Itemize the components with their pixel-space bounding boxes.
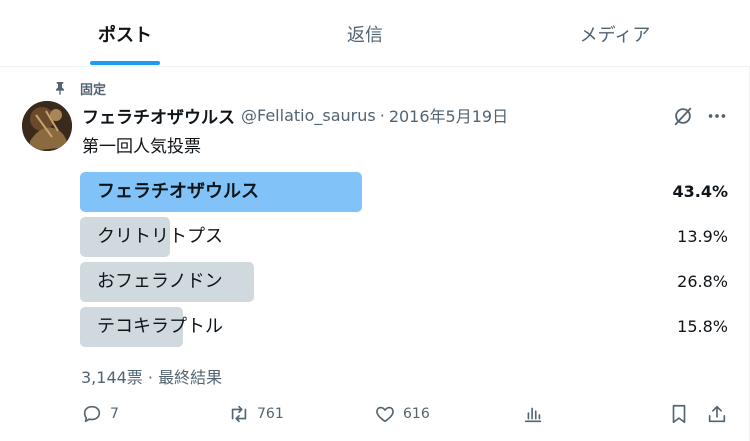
user-handle[interactable]: @Fellatio_saurus — [241, 106, 376, 125]
bookmark-button[interactable] — [668, 402, 690, 426]
analytics-icon — [524, 407, 542, 423]
tab-replies[interactable]: 返信 — [300, 0, 430, 67]
poll-option-label: おフェラノドン — [97, 271, 223, 292]
poll-option-label: フェラチオザウルス — [97, 181, 259, 202]
like-count: 616 — [403, 406, 430, 422]
poll-option: テコキラプトル 15.8% — [80, 307, 730, 347]
meta-separator: · — [379, 105, 385, 125]
pinned-label: 固定 — [80, 82, 107, 98]
tweet-text: 第一回人気投票 — [82, 137, 201, 157]
tweet-date[interactable]: 2016年5月19日 — [389, 103, 508, 127]
bookmark-icon — [672, 404, 686, 424]
reply-icon — [83, 405, 101, 423]
tab-replies-label: 返信 — [347, 24, 383, 46]
display-name[interactable]: フェラチオザウルス — [82, 103, 235, 128]
poll-option-percent: 43.4% — [672, 182, 728, 201]
tab-posts-label: ポスト — [98, 24, 152, 46]
grok-icon[interactable] — [672, 105, 694, 127]
repost-button[interactable]: 761 — [228, 402, 284, 426]
pinned-indicator: 固定 — [52, 78, 106, 98]
share-button[interactable] — [706, 402, 728, 426]
active-tab-indicator — [90, 61, 160, 65]
tab-media[interactable]: メディア — [550, 0, 680, 67]
poll-option: フェラチオザウルス 43.4% — [80, 172, 730, 212]
tab-media-label: メディア — [579, 24, 651, 46]
analytics-button[interactable] — [522, 402, 544, 426]
profile-tabs: ポスト 返信 メディア — [0, 0, 750, 67]
avatar-image — [22, 101, 72, 151]
poll-option: おフェラノドン 26.8% — [80, 262, 730, 302]
pin-icon — [56, 82, 64, 95]
tab-posts[interactable]: ポスト — [60, 0, 190, 67]
reply-button[interactable]: 7 — [81, 402, 119, 426]
poll-option-label: テコキラプトル — [97, 316, 223, 337]
poll-option: クリトリトプス 13.9% — [80, 217, 730, 257]
poll-option-percent: 26.8% — [677, 272, 728, 291]
poll-option-label: クリトリトプス — [97, 226, 223, 247]
more-options-icon[interactable] — [706, 105, 728, 127]
poll-option-percent: 13.9% — [677, 227, 728, 246]
like-button[interactable]: 616 — [374, 402, 430, 426]
repost-count: 761 — [257, 406, 284, 422]
poll-option-percent: 15.8% — [677, 317, 728, 336]
repost-icon — [231, 405, 247, 423]
avatar[interactable] — [22, 101, 72, 151]
share-icon — [708, 405, 726, 423]
tweet-header: フェラチオザウルス @Fellatio_saurus · 2016年5月19日 — [82, 103, 508, 128]
reply-count: 7 — [110, 406, 119, 422]
poll-summary: 3,144票 · 最終結果 — [81, 368, 223, 387]
heart-icon — [376, 406, 394, 423]
